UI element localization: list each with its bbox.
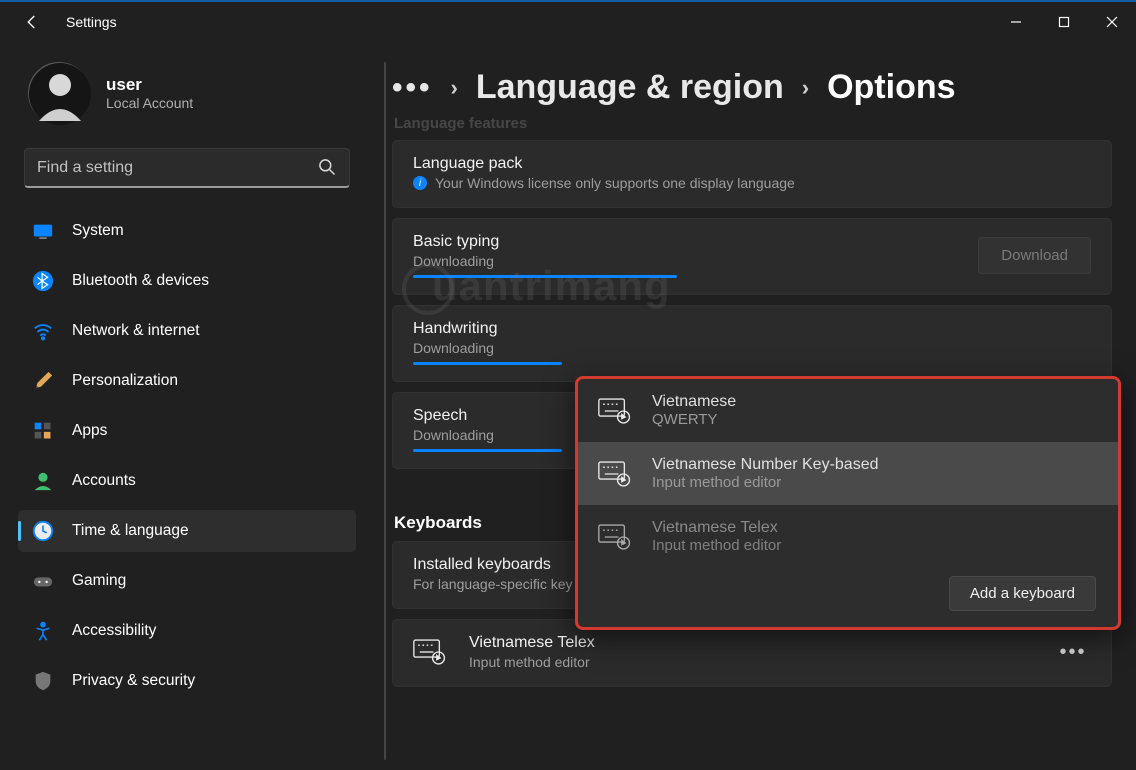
sidebar-item-label: Privacy & security [72, 672, 195, 690]
keyboard-icon [413, 639, 445, 665]
option-sub: QWERTY [652, 411, 736, 428]
sidebar-item-bluetooth[interactable]: Bluetooth & devices [18, 260, 356, 302]
search-box[interactable] [24, 148, 350, 188]
sidebar-item-label: Gaming [72, 572, 126, 590]
card-note: Your Windows license only supports one d… [413, 175, 1091, 191]
breadcrumb-overflow[interactable]: ••• [392, 73, 433, 103]
sidebar: user Local Account System Bluetooth & [0, 44, 368, 770]
breadcrumb: ••• › Language & region › Options [392, 68, 1112, 107]
accessibility-icon [32, 620, 54, 642]
option-sub: Input method editor [652, 537, 781, 554]
close-button[interactable] [1088, 6, 1136, 38]
popup-footer: Installed keyboards For language-specifi… [578, 568, 1118, 627]
sidebar-item-label: Time & language [72, 522, 189, 540]
gaming-icon [32, 570, 54, 592]
card-title: Basic typing [413, 233, 962, 251]
sidebar-item-accessibility[interactable]: Accessibility [18, 610, 356, 652]
sidebar-item-label: Personalization [72, 372, 178, 390]
card-title: Handwriting [413, 320, 1091, 338]
download-button[interactable]: Download [978, 237, 1091, 274]
breadcrumb-parent[interactable]: Language & region [476, 68, 784, 107]
user-name: user [106, 75, 193, 95]
sidebar-item-label: System [72, 222, 124, 240]
card-handwriting[interactable]: Handwriting Downloading [392, 305, 1112, 382]
breadcrumb-current: Options [827, 68, 955, 107]
card-status: Downloading [413, 340, 1091, 356]
chevron-right-icon: › [802, 75, 809, 101]
progress-bar [413, 449, 562, 452]
chevron-right-icon: › [451, 75, 458, 101]
sidebar-item-gaming[interactable]: Gaming [18, 560, 356, 602]
card-language-pack[interactable]: Language pack Your Windows license only … [392, 140, 1112, 208]
progress-bar [413, 362, 562, 365]
progress-bar [413, 275, 677, 278]
keyboard-icon [598, 524, 630, 550]
sidebar-item-privacy[interactable]: Privacy & security [18, 660, 356, 702]
sidebar-item-label: Network & internet [72, 322, 200, 340]
more-button[interactable]: ••• [1055, 634, 1091, 670]
apps-icon [32, 420, 54, 442]
sidebar-item-system[interactable]: System [18, 210, 356, 252]
option-title: Vietnamese Telex [652, 519, 781, 537]
window-controls [992, 6, 1136, 38]
maximize-button[interactable] [1040, 6, 1088, 38]
keyboard-option-vietnamese-number-key[interactable]: Vietnamese Number Key-based Input method… [578, 442, 1118, 505]
shield-icon [32, 670, 54, 692]
keyboard-sub: Input method editor [469, 654, 595, 670]
card-status: Downloading [413, 253, 962, 269]
minimize-button[interactable] [992, 6, 1040, 38]
keyboard-icon [598, 398, 630, 424]
keyboard-option-vietnamese-qwerty[interactable]: Vietnamese QWERTY [578, 379, 1118, 442]
user-subtitle: Local Account [106, 95, 193, 111]
sidebar-item-time-language[interactable]: Time & language [18, 510, 356, 552]
sidebar-item-personalization[interactable]: Personalization [18, 360, 356, 402]
bluetooth-icon [32, 270, 54, 292]
card-basic-typing[interactable]: Basic typing Downloading Download [392, 218, 1112, 295]
user-block[interactable]: user Local Account [18, 54, 356, 142]
sidebar-item-label: Accounts [72, 472, 136, 490]
back-button[interactable] [22, 12, 42, 32]
info-icon [413, 176, 427, 190]
add-keyboard-popup: Vietnamese QWERTY Vietnamese Number Key-… [575, 376, 1121, 630]
paint-icon [32, 370, 54, 392]
sidebar-item-label: Apps [72, 422, 107, 440]
account-icon [32, 470, 54, 492]
sidebar-item-apps[interactable]: Apps [18, 410, 356, 452]
option-title: Vietnamese [652, 393, 736, 411]
keyboard-title: Vietnamese Telex [469, 634, 595, 652]
sidebar-item-network[interactable]: Network & internet [18, 310, 356, 352]
option-sub: Input method editor [652, 474, 879, 491]
search-input[interactable] [37, 159, 317, 177]
sidebar-item-accounts[interactable]: Accounts [18, 460, 356, 502]
clock-globe-icon [32, 520, 54, 542]
titlebar: Settings [0, 0, 1136, 44]
section-header-features: Language features [394, 115, 1112, 132]
keyboard-option-vietnamese-telex[interactable]: Vietnamese Telex Input method editor [578, 505, 1118, 568]
keyboard-icon [598, 461, 630, 487]
app-title: Settings [66, 14, 117, 30]
popup-add-keyboard-button[interactable]: Add a keyboard [949, 576, 1096, 611]
sidebar-item-label: Bluetooth & devices [72, 272, 209, 290]
avatar [28, 62, 90, 124]
nav-list: System Bluetooth & devices Network & int… [18, 210, 356, 710]
card-title: Language pack [413, 155, 1091, 173]
system-icon [32, 220, 54, 242]
sidebar-item-label: Accessibility [72, 622, 156, 640]
option-title: Vietnamese Number Key-based [652, 456, 879, 474]
wifi-icon [32, 320, 54, 342]
search-icon [317, 157, 339, 179]
